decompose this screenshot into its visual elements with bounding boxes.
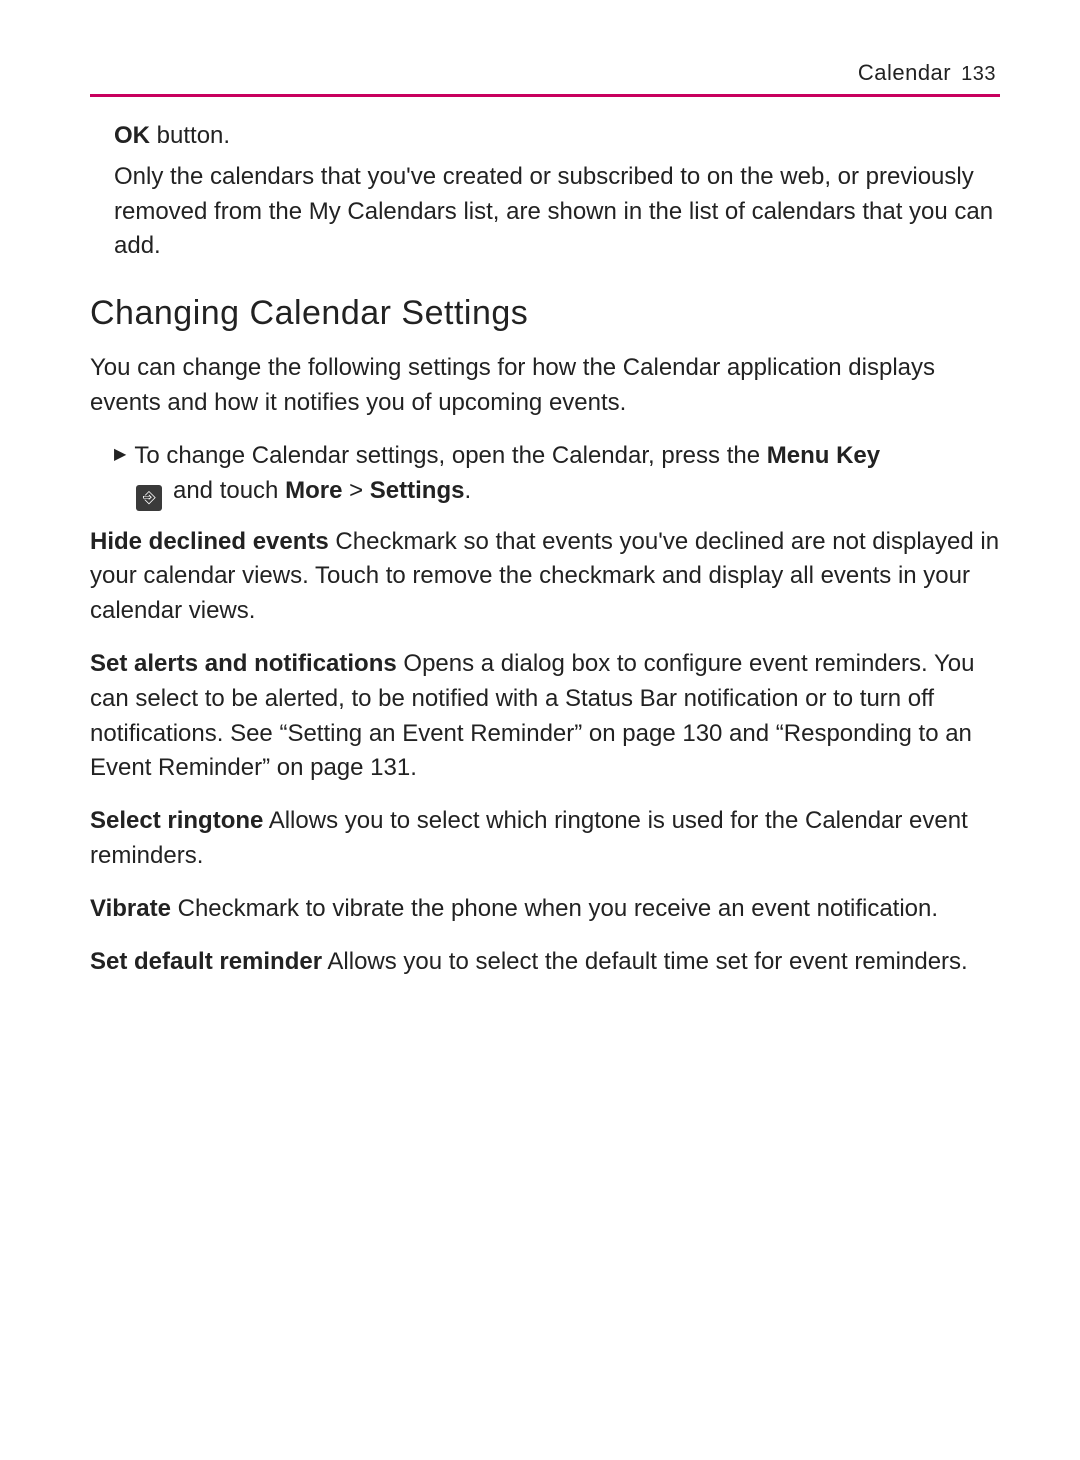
bullet-line2-post: . bbox=[464, 477, 471, 504]
menu-key-icon: ⎆ bbox=[136, 485, 162, 511]
menu-key-label: Menu Key bbox=[767, 442, 880, 469]
bullet-body: To change Calendar settings, open the Ca… bbox=[134, 439, 1000, 511]
bullet-arrow-icon: ▶ bbox=[114, 443, 126, 466]
document-page: Calendar 133 OK button. Only the calenda… bbox=[0, 0, 1080, 1460]
ringtone-paragraph: Select ringtone Allows you to select whi… bbox=[90, 804, 1000, 874]
ok-rest: button. bbox=[150, 122, 230, 149]
vibrate-label: Vibrate bbox=[90, 895, 171, 922]
ok-followup-paragraph: Only the calendars that you've created o… bbox=[114, 160, 1000, 264]
header-rule bbox=[90, 94, 1000, 97]
default-reminder-text: Allows you to select the default time se… bbox=[322, 948, 968, 975]
ok-label: OK bbox=[114, 122, 150, 149]
hide-declined-label: Hide declined events bbox=[90, 528, 329, 555]
header-section: Calendar bbox=[858, 60, 951, 86]
default-reminder-label: Set default reminder bbox=[90, 948, 322, 975]
ok-button-line: OK button. bbox=[114, 119, 1000, 154]
alerts-label: Set alerts and notifications bbox=[90, 650, 397, 677]
more-label: More bbox=[285, 477, 342, 504]
vibrate-text: Checkmark to vibrate the phone when you … bbox=[171, 895, 938, 922]
lead-paragraph: You can change the following settings fo… bbox=[90, 351, 1000, 421]
default-reminder-paragraph: Set default reminder Allows you to selec… bbox=[90, 945, 1000, 980]
bullet-line2-pre: and touch bbox=[166, 477, 285, 504]
ringtone-label: Select ringtone bbox=[90, 807, 263, 834]
bullet-line1-pre: To change Calendar settings, open the Ca… bbox=[134, 442, 766, 469]
hide-declined-paragraph: Hide declined events Checkmark so that e… bbox=[90, 525, 1000, 629]
settings-label: Settings bbox=[370, 477, 465, 504]
header-page-number: 133 bbox=[961, 63, 996, 86]
vibrate-paragraph: Vibrate Checkmark to vibrate the phone w… bbox=[90, 892, 1000, 927]
alerts-paragraph: Set alerts and notifications Opens a dia… bbox=[90, 647, 1000, 786]
running-header: Calendar 133 bbox=[90, 60, 1000, 86]
page-content: OK button. Only the calendars that you'v… bbox=[90, 105, 1000, 979]
instruction-bullet: ▶ To change Calendar settings, open the … bbox=[114, 439, 1000, 511]
section-heading: Changing Calendar Settings bbox=[90, 294, 1000, 333]
breadcrumb-separator: > bbox=[342, 477, 369, 504]
